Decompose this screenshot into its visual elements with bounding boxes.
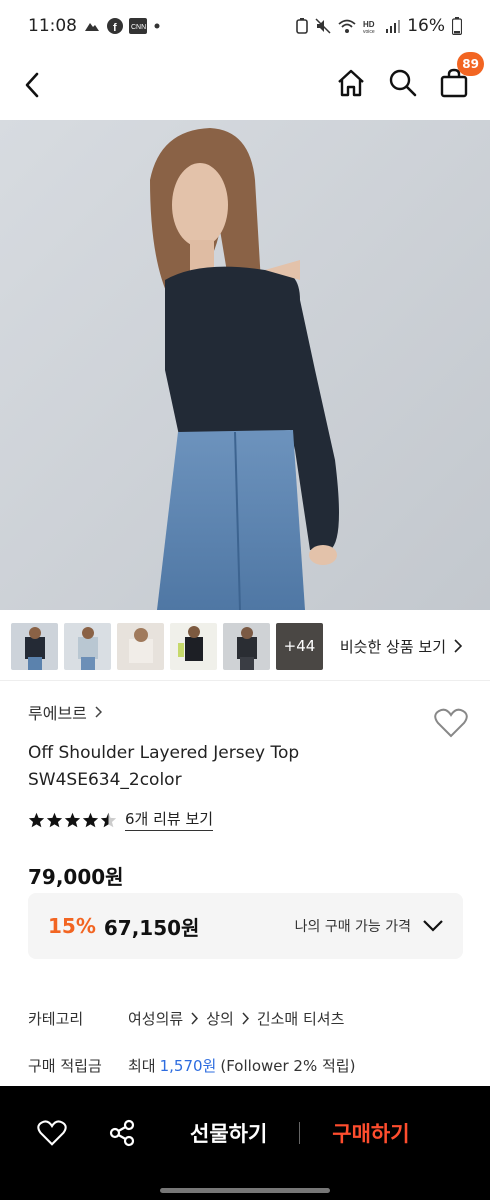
- svg-text:CNN: CNN: [131, 24, 146, 31]
- product-title: Off Shoulder Layered Jersey Top SW4SE634…: [28, 740, 468, 794]
- dot-icon: [153, 22, 161, 30]
- thumbnail-4[interactable]: [170, 622, 217, 670]
- product-photo: [0, 120, 490, 610]
- cnn-icon: CNN: [129, 18, 147, 34]
- share-button[interactable]: [102, 1113, 142, 1153]
- points-row: 구매 적립금 최대 1,570원 (Follower 2% 적립): [28, 1055, 355, 1076]
- chevron-right-icon: [454, 639, 462, 653]
- discounted-price: 67,150원: [103, 915, 200, 940]
- signal-icon: [386, 19, 401, 33]
- gift-button[interactable]: 선물하기: [190, 1118, 267, 1148]
- chevron-right-icon: [191, 1012, 199, 1025]
- chevron-right-icon: [95, 706, 102, 718]
- battery-icon: [452, 17, 462, 35]
- product-title-line1: Off Shoulder Layered Jersey Top: [28, 743, 300, 763]
- product-price: 79,000원: [28, 865, 124, 889]
- battery-saver-icon: [296, 18, 309, 34]
- thumbnail-5[interactable]: [223, 622, 270, 670]
- button-separator: [299, 1122, 301, 1144]
- product-title-line2: SW4SE634_2color: [28, 770, 182, 790]
- share-icon: [109, 1119, 135, 1147]
- points-value: 최대 1,570원 (Follower 2% 적립): [128, 1055, 355, 1076]
- mute-icon: [315, 18, 331, 34]
- chevron-down-icon: [423, 920, 443, 932]
- star-icon: [28, 812, 45, 827]
- cloud-icon: [83, 19, 101, 33]
- thumbnail-3[interactable]: [117, 622, 164, 670]
- reviews-link[interactable]: 6개 리뷰 보기: [125, 808, 214, 831]
- category-path: 여성의류 상의 긴소매 티셔츠: [128, 1008, 344, 1029]
- home-indicator[interactable]: [160, 1188, 330, 1193]
- heart-icon: [434, 708, 468, 738]
- category-item[interactable]: 긴소매 티셔츠: [257, 1008, 345, 1029]
- battery-percent: 16%: [407, 16, 445, 36]
- thumbnail-2[interactable]: [64, 622, 111, 670]
- points-amount: 1,570원: [159, 1057, 217, 1075]
- brand-name: 루에브르: [28, 704, 87, 723]
- buy-button[interactable]: 구매하기: [332, 1118, 409, 1148]
- star-icon: [82, 812, 99, 827]
- rating-row: 6개 리뷰 보기: [28, 808, 468, 831]
- discount-rate: 15%: [48, 914, 96, 938]
- bottom-action-row: 선물하기 구매하기: [0, 1086, 490, 1180]
- category-label: 카테고리: [28, 1010, 84, 1028]
- svg-text:f: f: [113, 22, 117, 34]
- status-bar: 11:08 f CNN HD voice 16%: [0, 0, 490, 52]
- divider: [0, 680, 490, 681]
- brand-link[interactable]: 루에브르: [28, 700, 468, 724]
- facebook-icon: f: [107, 18, 123, 34]
- similar-products-link[interactable]: 비슷한 상품 보기: [340, 636, 462, 657]
- product-main-image[interactable]: [0, 120, 490, 610]
- similar-products-label: 비슷한 상품 보기: [339, 637, 446, 656]
- cart-button[interactable]: 89: [440, 52, 484, 102]
- home-button[interactable]: [336, 68, 366, 102]
- wishlist-button[interactable]: [434, 708, 468, 742]
- wishlist-bottom-button[interactable]: [32, 1113, 72, 1153]
- search-button[interactable]: [388, 68, 418, 102]
- svg-text:HD: HD: [363, 20, 375, 29]
- wifi-icon: [338, 18, 356, 34]
- points-label: 구매 적립금: [28, 1057, 102, 1075]
- star-icon: [64, 812, 81, 827]
- points-suffix: (Follower 2% 적립): [220, 1057, 356, 1075]
- heart-icon: [37, 1120, 67, 1146]
- chevron-right-icon: [242, 1012, 249, 1025]
- star-rating: [28, 812, 117, 828]
- home-icon: [338, 69, 364, 97]
- back-button[interactable]: [22, 67, 58, 103]
- category-item[interactable]: 여성의류: [128, 1008, 183, 1029]
- status-time: 11:08: [28, 16, 77, 36]
- cart-count-badge: 89: [457, 52, 484, 76]
- thumbnail-strip: +44 비슷한 상품 보기: [0, 618, 490, 674]
- hd-voice-icon: HD voice: [363, 18, 379, 34]
- star-icon: [46, 812, 63, 827]
- app-header: 89: [0, 52, 490, 118]
- svg-text:voice: voice: [363, 29, 375, 34]
- my-price-box[interactable]: 15% 67,150원 나의 구매 가능 가격: [28, 893, 463, 959]
- thumbnail-more[interactable]: +44: [276, 622, 323, 670]
- category-row: 카테고리 여성의류 상의 긴소매 티셔츠: [28, 1008, 344, 1029]
- search-icon: [389, 69, 417, 97]
- half-star-icon: [100, 812, 117, 827]
- product-info: 루에브르 Off Shoulder Layered Jersey Top SW4…: [28, 700, 468, 890]
- thumbnail-1[interactable]: [11, 622, 58, 670]
- points-prefix: 최대: [128, 1057, 156, 1075]
- category-item[interactable]: 상의: [206, 1008, 234, 1029]
- chevron-left-icon: [25, 72, 39, 98]
- my-price-label: 나의 구매 가능 가격: [294, 919, 411, 935]
